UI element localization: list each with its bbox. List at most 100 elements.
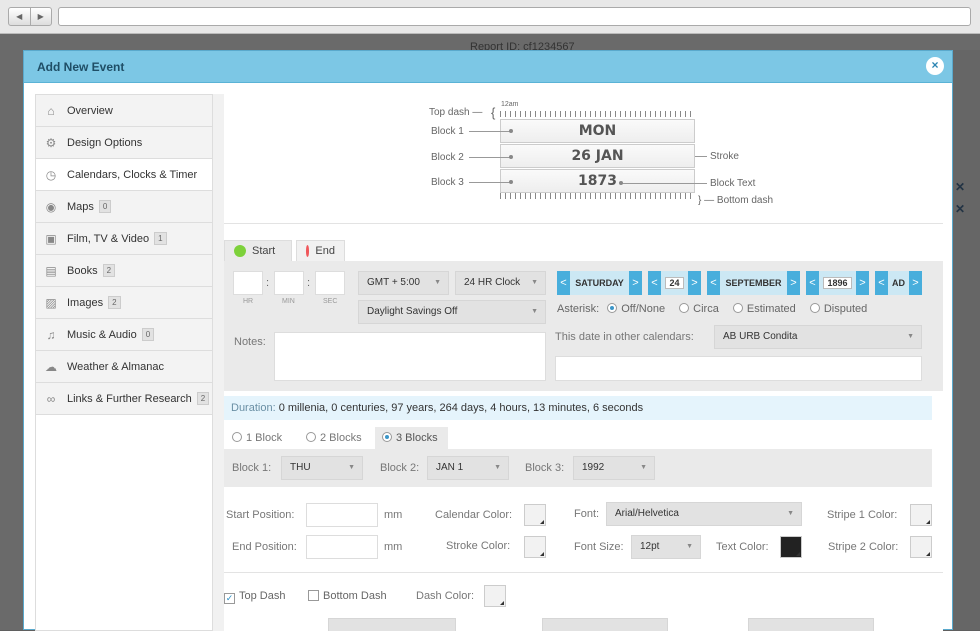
next-row-clipped xyxy=(224,616,943,631)
sidebar-item-label: Design Options xyxy=(67,136,143,149)
block-3-select[interactable]: 1992 ▼ xyxy=(573,456,655,480)
stripe-1-color-swatch[interactable] xyxy=(910,504,932,526)
stroke-color-swatch[interactable] xyxy=(524,536,546,558)
notes-textarea[interactable] xyxy=(274,332,546,381)
notes-label: Notes: xyxy=(234,336,266,348)
tab-start-label: Start xyxy=(252,245,276,257)
nav-buttons: ◀ ▶ xyxy=(8,7,52,26)
block-day: MON xyxy=(500,119,695,143)
block-1-select[interactable]: THU ▼ xyxy=(281,456,363,480)
asterisk-circa[interactable]: Circa xyxy=(679,303,719,315)
gear-icon: ⚙ xyxy=(45,135,57,150)
close-icon[interactable]: × xyxy=(926,57,944,75)
label-bottom-dash: } — Bottom dash xyxy=(698,195,774,206)
block-2-option[interactable]: 2 Blocks xyxy=(306,432,362,444)
clock-format-select[interactable]: 24 HR Clock ▼ xyxy=(455,271,546,295)
label-stroke: Stroke xyxy=(710,151,739,162)
sidebar-item-calendars-clocks-timer[interactable]: ◷ Calendars, Clocks & Timer xyxy=(36,159,212,191)
start-position-input[interactable] xyxy=(306,503,378,527)
date-spinner[interactable]: <24 > xyxy=(648,271,701,295)
sidebar-item-images[interactable]: ▨ Images 2 xyxy=(36,287,212,319)
start-end-tabs: Start End xyxy=(224,234,943,261)
sidebar-item-label: Maps xyxy=(67,200,94,213)
asterisk-disputed[interactable]: Disputed xyxy=(809,303,867,315)
text-color-swatch[interactable] xyxy=(780,536,802,558)
sidebar-item-label: Books xyxy=(67,264,98,277)
other-calendar-output[interactable] xyxy=(555,356,922,381)
font-size-select[interactable]: 12pt ▼ xyxy=(631,535,701,559)
sidebar-item-film-tv-video[interactable]: ▣ Film, TV & Video 1 xyxy=(36,223,212,255)
second-input[interactable] xyxy=(315,271,345,295)
minute-input[interactable] xyxy=(274,271,304,295)
globe-icon: ◉ xyxy=(45,199,57,214)
sidebar-item-label: Links & Further Research xyxy=(67,392,192,405)
back-icon[interactable]: ◀ xyxy=(9,8,31,25)
sidebar-item-label: Calendars, Clocks & Timer xyxy=(67,168,198,181)
address-bar[interactable] xyxy=(58,7,971,26)
daylight-savings-select[interactable]: Daylight Savings Off ▼ xyxy=(358,300,546,324)
hour-input[interactable] xyxy=(233,271,263,295)
timezone-select[interactable]: GMT + 5:00 ▼ xyxy=(358,271,449,295)
film-icon: ▣ xyxy=(45,231,57,246)
tab-end[interactable]: End xyxy=(296,240,345,261)
sidebar-item-label: Images xyxy=(67,296,104,309)
asterisk-estimated[interactable]: Estimated xyxy=(732,303,796,315)
image-icon: ▨ xyxy=(45,295,57,310)
sidebar-item-maps[interactable]: ◉ Maps 0 xyxy=(36,191,212,223)
sidebar-item-books[interactable]: ▤ Books 2 xyxy=(36,255,212,287)
sidebar-item-music-audio[interactable]: ♫ Music & Audio 0 xyxy=(36,319,212,351)
label-block-3: Block 3 xyxy=(431,177,464,188)
hr-label: HR xyxy=(243,298,254,305)
sidebar-item-weather-almanac[interactable]: ☁ Weather & Almanac xyxy=(36,351,212,383)
tab-start[interactable]: Start xyxy=(224,240,292,261)
bottom-dash-checkbox[interactable]: Bottom Dash xyxy=(308,590,387,602)
sidebar-item-links-further-research[interactable]: ∞ Links & Further Research 2 xyxy=(36,383,212,415)
block-year: 1873 xyxy=(500,169,695,193)
month-spinner[interactable]: < SEPTEMBER > xyxy=(707,271,800,295)
main-content: Top dash — { 12am MON 26 JAN 1873 Block … xyxy=(224,94,943,631)
count-badge: 0 xyxy=(98,200,112,213)
top-dash-checkbox[interactable]: ✓ Top Dash xyxy=(224,590,285,604)
home-icon: ⌂ xyxy=(47,103,55,118)
sidebar-item-label: Film, TV & Video xyxy=(67,232,150,245)
calendar-color-swatch[interactable] xyxy=(524,504,546,526)
brace-top: { xyxy=(491,105,496,120)
stripe-2-color-swatch[interactable] xyxy=(910,536,932,558)
music-icon: ♫ xyxy=(46,327,56,342)
dash-color-swatch[interactable] xyxy=(484,585,506,607)
alarm-clock-icon: ◷ xyxy=(45,167,57,182)
sidebar-item-overview[interactable]: ⌂ Overview xyxy=(36,95,212,127)
label-top-dash: Top dash — xyxy=(429,107,483,118)
sec-label: SEC xyxy=(323,298,338,305)
end-dot-icon xyxy=(306,245,310,257)
book-icon: ▤ xyxy=(45,263,57,278)
modal-header: Add New Event × xyxy=(24,51,952,83)
sidebar-item-design-options[interactable]: ⚙ Design Options xyxy=(36,127,212,159)
asterisk-off[interactable]: Off/None xyxy=(607,303,665,315)
sidebar-item-label: Weather & Almanac xyxy=(67,360,165,373)
start-dot-icon xyxy=(234,245,246,257)
duration-value: 0 millenia, 0 centuries, 97 years, 264 d… xyxy=(278,402,644,414)
add-event-modal: Add New Event × ⌂ Overview ⚙ Design Options… xyxy=(23,50,953,631)
count-badge: 2 xyxy=(102,264,116,277)
forward-icon[interactable]: ▶ xyxy=(31,8,52,25)
label-block-text: Block Text xyxy=(710,178,756,189)
font-select[interactable]: Arial/Helvetica ▼ xyxy=(606,502,802,526)
background-right-edge: ✕ ✕ xyxy=(953,50,980,630)
end-position-input[interactable] xyxy=(306,535,378,559)
block-2-select[interactable]: JAN 1 ▼ xyxy=(427,456,509,480)
sidebar-item-label: Overview xyxy=(67,104,113,117)
modal-body: ⌂ Overview ⚙ Design Options ◷ Calendars, Cloc… xyxy=(35,94,943,631)
other-calendars-select[interactable]: AB URB Condita ▼ xyxy=(714,325,922,349)
asterisk-group: Asterisk: Off/None Circa Estimated Dispu… xyxy=(557,303,868,315)
sidebar-item-label: Music & Audio xyxy=(67,328,137,341)
block-3-option[interactable]: 3 Blocks xyxy=(382,432,438,444)
year-spinner[interactable]: <1896 > xyxy=(806,271,869,295)
modal-title: Add New Event xyxy=(37,60,125,74)
era-spinner[interactable]: < AD > xyxy=(875,271,922,295)
day-spinner[interactable]: < SATURDAY > xyxy=(557,271,642,295)
link-icon: ∞ xyxy=(46,391,56,406)
block-1-option[interactable]: 1 Block xyxy=(232,432,282,444)
min-label: MIN xyxy=(282,298,295,305)
tab-end-label: End xyxy=(315,245,335,257)
